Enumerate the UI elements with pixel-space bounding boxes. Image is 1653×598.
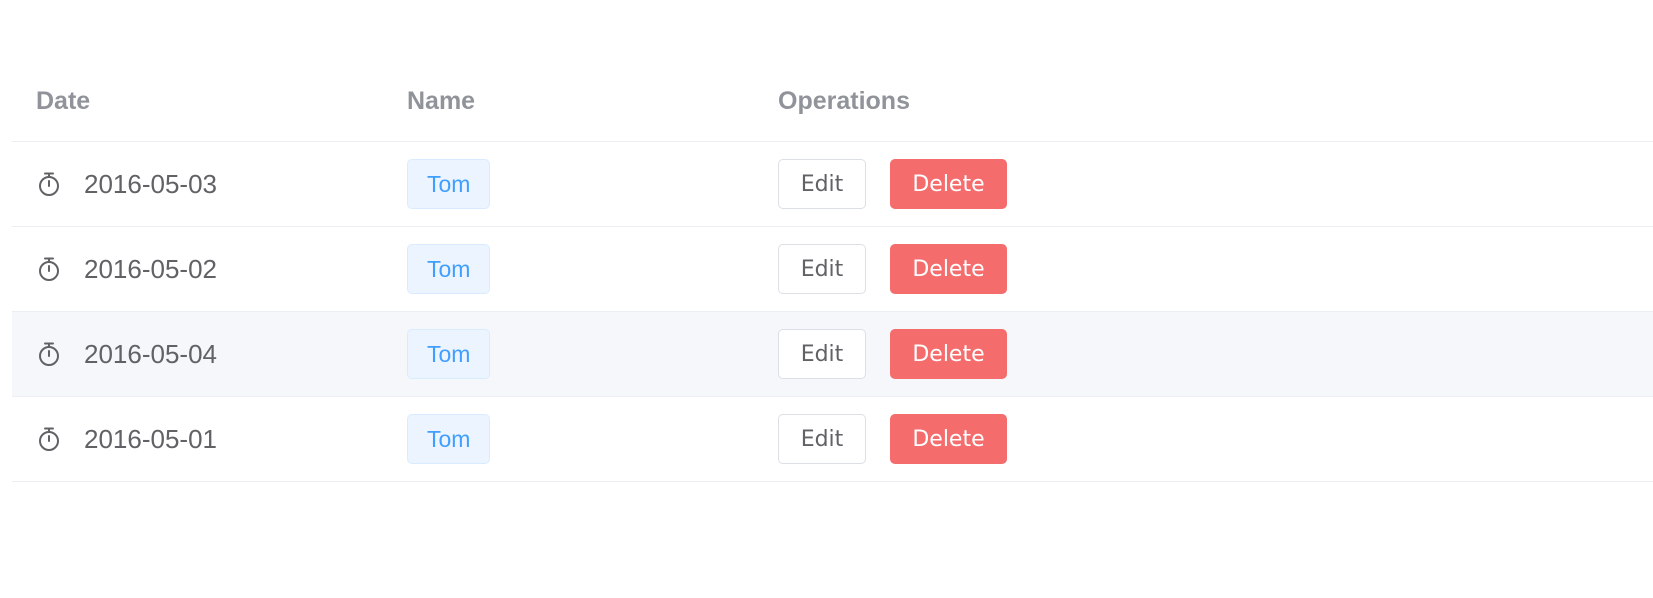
date-cell: 2016-05-03 <box>12 169 383 200</box>
delete-button[interactable]: Delete <box>890 159 1007 209</box>
delete-button[interactable]: Delete <box>890 329 1007 379</box>
date-cell: 2016-05-02 <box>12 254 383 285</box>
column-header-label: Name <box>407 87 476 115</box>
name-tag: Tom <box>407 159 491 209</box>
name-tag: Tom <box>407 244 491 294</box>
delete-button[interactable]: Delete <box>890 414 1007 464</box>
timer-icon <box>36 256 62 282</box>
operations-cell: Edit Delete <box>754 244 1653 294</box>
edit-button[interactable]: Edit <box>778 159 866 209</box>
column-header-date: Date <box>12 87 383 116</box>
column-header-operations: Operations <box>754 87 1653 116</box>
timer-icon <box>36 426 62 452</box>
table-header: Date Name Operations <box>12 62 1653 142</box>
table-row[interactable]: 2016-05-03 Tom Edit Delete <box>12 142 1653 227</box>
timer-icon <box>36 171 62 197</box>
edit-button[interactable]: Edit <box>778 329 866 379</box>
name-cell: Tom <box>383 159 754 209</box>
column-header-label: Date <box>36 87 91 115</box>
date-value: 2016-05-03 <box>84 168 217 199</box>
data-table: Date Name Operations 2016-05-03 Tom Edit… <box>12 62 1653 482</box>
date-cell: 2016-05-04 <box>12 339 383 370</box>
name-cell: Tom <box>383 329 754 379</box>
table-row[interactable]: 2016-05-01 Tom Edit Delete <box>12 397 1653 482</box>
column-header-label: Operations <box>778 87 910 115</box>
date-value: 2016-05-02 <box>84 253 217 284</box>
column-header-name: Name <box>383 87 754 116</box>
name-tag: Tom <box>407 329 491 379</box>
table-row[interactable]: 2016-05-04 Tom Edit Delete <box>12 312 1653 397</box>
date-cell: 2016-05-01 <box>12 424 383 455</box>
edit-button[interactable]: Edit <box>778 244 866 294</box>
name-cell: Tom <box>383 244 754 294</box>
operations-cell: Edit Delete <box>754 329 1653 379</box>
date-value: 2016-05-04 <box>84 338 217 369</box>
edit-button[interactable]: Edit <box>778 414 866 464</box>
timer-icon <box>36 341 62 367</box>
table-row[interactable]: 2016-05-02 Tom Edit Delete <box>12 227 1653 312</box>
date-value: 2016-05-01 <box>84 423 217 454</box>
name-tag: Tom <box>407 414 491 464</box>
operations-cell: Edit Delete <box>754 414 1653 464</box>
delete-button[interactable]: Delete <box>890 244 1007 294</box>
operations-cell: Edit Delete <box>754 159 1653 209</box>
name-cell: Tom <box>383 414 754 464</box>
